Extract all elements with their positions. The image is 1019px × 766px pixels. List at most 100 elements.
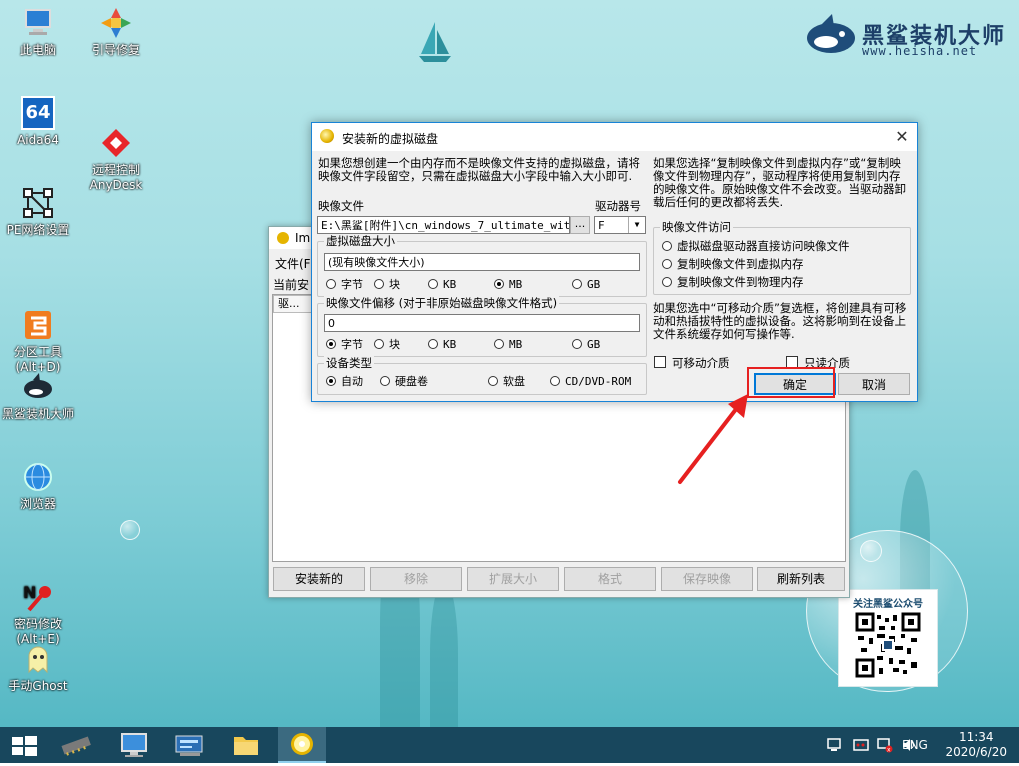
size-unit-kb[interactable]: KB <box>428 278 456 291</box>
desktop-icon-label: 浏览器 <box>19 497 56 511</box>
language-indicator[interactable]: ENG <box>902 738 928 752</box>
radio-label: KB <box>443 338 457 351</box>
size-group-label: 虚拟磁盘大小 <box>324 234 397 248</box>
desktop-icon-heisha[interactable]: 黑鲨装机大师 <box>0 370 76 422</box>
access-copy-physical-memory[interactable]: 复制映像文件到物理内存 <box>662 276 804 289</box>
radio-icon <box>662 241 672 251</box>
access-direct[interactable]: 虚拟磁盘驱动器直接访问映像文件 <box>662 240 850 253</box>
extend-size-button[interactable]: 扩展大小 <box>467 567 559 591</box>
clock-time: 11:34 <box>958 730 994 744</box>
remove-button[interactable]: 移除 <box>370 567 462 591</box>
radio-label: 虚拟磁盘驱动器直接访问映像文件 <box>677 239 850 253</box>
offset-unit-blocks[interactable]: 块 <box>374 338 400 351</box>
size-unit-bytes[interactable]: 字节 <box>326 278 363 291</box>
refresh-list-button[interactable]: 刷新列表 <box>757 567 845 591</box>
highlight-box <box>747 367 835 398</box>
size-unit-mb[interactable]: MB <box>494 278 522 291</box>
svg-text:x: x <box>887 747 891 754</box>
format-button[interactable]: 格式 <box>564 567 656 591</box>
seaweed-decoration <box>430 580 458 727</box>
globe-icon <box>21 460 55 494</box>
radio-label: CD/DVD-ROM <box>565 375 632 388</box>
offset-unit-kb[interactable]: KB <box>428 338 456 351</box>
bubble-decoration <box>120 520 140 540</box>
network-disconnected-icon[interactable]: x <box>876 737 894 753</box>
image-file-input[interactable]: E:\黑鲨[附件]\cn_windows_7_ultimate_with_s <box>317 216 570 234</box>
radio-selected-icon <box>326 339 336 349</box>
device-status-icon[interactable] <box>852 737 870 753</box>
size-input[interactable]: (现有映像文件大小) <box>324 253 640 271</box>
radio-label: 块 <box>389 278 400 291</box>
memory-chip-icon <box>61 736 91 756</box>
offset-unit-gb[interactable]: GB <box>572 338 600 351</box>
desktop-icon-anydesk[interactable]: 远程控制 AnyDesk <box>78 96 154 208</box>
image-access-group: 映像文件访问 虚拟磁盘驱动器直接访问映像文件 复制映像文件到虚拟内存 复制映像文… <box>653 220 911 295</box>
removable-media-checkbox[interactable]: 可移动介质 <box>654 356 730 370</box>
chevron-down-icon[interactable]: ▼ <box>628 217 645 233</box>
device-type-hdd[interactable]: 硬盘卷 <box>380 375 428 388</box>
taskbar-network[interactable] <box>166 727 214 763</box>
clock[interactable]: 11:34 2020/6/20 <box>945 730 1007 760</box>
device-type-group: 设备类型 自动 硬盘卷 软盘 CD/DVD-ROM <box>317 356 647 395</box>
radio-icon <box>428 279 438 289</box>
device-type-floppy[interactable]: 软盘 <box>488 375 525 388</box>
desktop-icon-boot-repair[interactable]: 引导修复 <box>78 6 154 58</box>
radio-icon <box>662 277 672 287</box>
taskbar-computer[interactable] <box>110 727 158 763</box>
desktop-icon-aida64[interactable]: 64 Aida64 <box>0 96 76 148</box>
desktop-icon-pe-network[interactable]: PE网络设置 <box>0 186 76 238</box>
desktop-icon-label: 远程控制 AnyDesk <box>89 163 143 192</box>
brand-logo: 黑鲨装机大师 www.heisha.net <box>804 14 1004 62</box>
desktop-icon-ghost[interactable]: 手动Ghost <box>0 642 76 694</box>
intro-text-right: 如果您选择“复制映像文件到虚拟内存”或“复制映像文件到物理内存”，驱动程序将使用… <box>653 156 906 209</box>
taskbar-memory-tool[interactable] <box>52 727 100 763</box>
network-status-icon[interactable] <box>826 737 844 753</box>
start-button[interactable] <box>0 727 48 763</box>
close-button[interactable]: ✕ <box>887 123 917 151</box>
dialog-titlebar[interactable]: 安装新的虚拟磁盘 ✕ <box>312 123 917 151</box>
radio-label: 软盘 <box>503 375 525 388</box>
taskbar-imdisk[interactable] <box>278 727 326 763</box>
key-icon: N <box>21 565 55 612</box>
disc-icon <box>291 733 313 755</box>
radio-icon <box>380 376 390 386</box>
dialog-title: 安装新的虚拟磁盘 <box>342 132 439 146</box>
radio-icon <box>550 376 560 386</box>
cancel-button[interactable]: 取消 <box>838 373 910 395</box>
desktop-icon-label: 黑鲨装机大师 <box>1 407 74 421</box>
desktop-icon-label: 此电脑 <box>19 43 56 57</box>
radio-label: 复制映像文件到物理内存 <box>677 275 804 289</box>
size-unit-blocks[interactable]: 块 <box>374 278 400 291</box>
desktop-icon-label: 手动Ghost <box>8 679 68 693</box>
intro-text-left: 如果您想创建一个由内存而不是映像文件支持的虚拟磁盘，请将映像文件字段留空，只需在… <box>318 156 640 183</box>
access-group-label: 映像文件访问 <box>660 220 733 234</box>
offset-unit-bytes[interactable]: 字节 <box>326 338 363 351</box>
browse-button[interactable]: ... <box>570 216 590 234</box>
windows-logo-icon <box>12 736 37 756</box>
offset-input[interactable]: 0 <box>324 314 640 332</box>
app-icon <box>277 232 289 244</box>
desktop-icon-this-pc[interactable]: 此电脑 <box>0 6 76 58</box>
device-type-cdrom[interactable]: CD/DVD-ROM <box>550 375 631 388</box>
radio-icon <box>662 259 672 269</box>
size-unit-gb[interactable]: GB <box>572 278 600 291</box>
offset-unit-mb[interactable]: MB <box>494 338 522 351</box>
radio-label: 硬盘卷 <box>395 375 428 388</box>
network-card-icon <box>175 735 203 756</box>
radio-label: KB <box>443 278 457 291</box>
save-image-button[interactable]: 保存映像 <box>661 567 753 591</box>
virtual-disk-size-group: 虚拟磁盘大小 (现有映像文件大小) 字节 块 KB MB GB <box>317 234 647 297</box>
current-label: 当前安 <box>273 278 310 292</box>
access-copy-virtual-memory[interactable]: 复制映像文件到虚拟内存 <box>662 258 804 271</box>
menu-file[interactable]: 文件(F) <box>275 255 315 272</box>
desktop-icon-browser[interactable]: 浏览器 <box>0 460 76 512</box>
network-icon <box>21 186 55 220</box>
removable-note: 如果您选中“可移动介质”复选框，将创建具有可移动和热插拔特性的虚拟设备。这将影响… <box>653 301 907 341</box>
radio-label: MB <box>509 278 523 291</box>
taskbar-file-explorer[interactable] <box>222 727 270 763</box>
disc-icon <box>320 129 334 143</box>
drive-letter-select[interactable]: F ▼ <box>594 216 646 234</box>
radio-label: 复制映像文件到虚拟内存 <box>677 257 804 271</box>
install-new-button[interactable]: 安装新的 <box>273 567 365 591</box>
device-type-auto[interactable]: 自动 <box>326 375 363 388</box>
